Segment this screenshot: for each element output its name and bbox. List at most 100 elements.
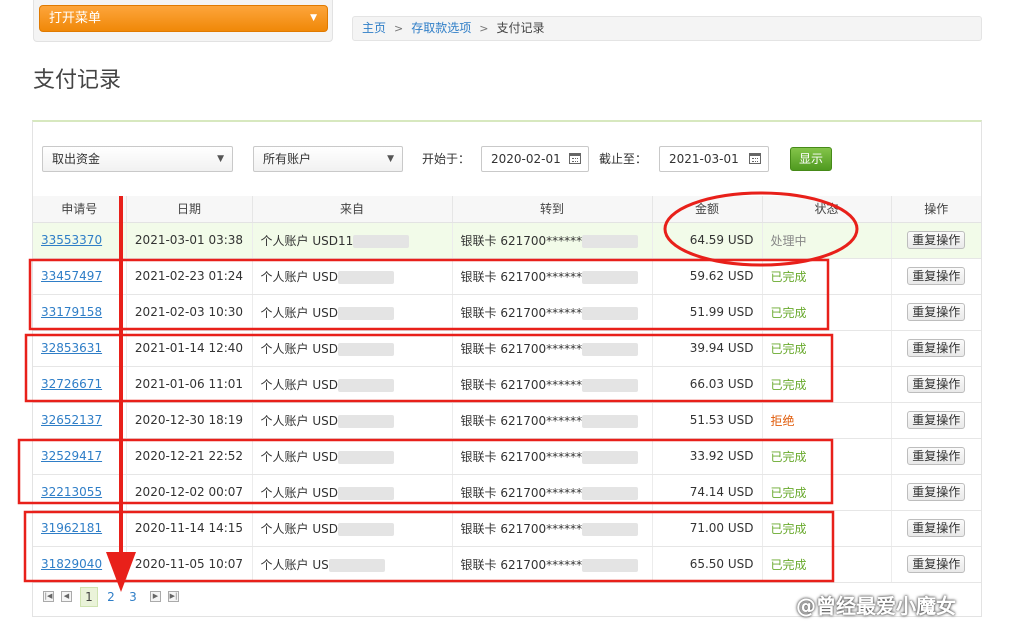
account-select[interactable]: 所有账户 ▼	[253, 146, 403, 172]
table-row: 31829040 2020-11-05 10:07 个人账户 US 银联卡 62170…	[33, 546, 981, 583]
header-amount[interactable]: 金额	[652, 196, 763, 223]
request-id-link[interactable]: 33553370	[41, 233, 102, 247]
action-cell: 重复操作	[891, 294, 981, 331]
last-page-icon[interactable]: ▶|	[168, 591, 179, 602]
prev-page-icon[interactable]: ◀	[61, 591, 72, 602]
to-text: 银联卡 621700******	[460, 485, 583, 500]
from-text: 个人账户 USD	[260, 521, 338, 536]
calendar-icon[interactable]	[749, 153, 761, 164]
request-id-link[interactable]: 32529417	[41, 449, 102, 463]
from-cell: 个人账户 USD	[252, 474, 453, 511]
breadcrumb-home[interactable]: 主页	[362, 21, 386, 35]
amount-cell: 51.53 USD	[652, 402, 763, 439]
request-id-cell: 32213055	[33, 474, 127, 511]
records-panel: 取出资金 ▼ 所有账户 ▼ 开始于： 2020-02-01 截止至： 2021-…	[32, 120, 982, 617]
request-id-cell: 31962181	[33, 510, 127, 547]
repeat-operation-button[interactable]: 重复操作	[907, 555, 966, 573]
request-id-link[interactable]: 31829040	[41, 557, 102, 571]
action-cell: 重复操作	[891, 366, 981, 403]
redacted-block	[353, 234, 410, 248]
request-id-link[interactable]: 33179158	[41, 305, 102, 319]
request-id-cell: 32853631	[33, 330, 127, 367]
request-id-cell: 32652137	[33, 402, 127, 439]
from-cell: 个人账户 USD11	[252, 222, 453, 259]
amount-cell: 33.92 USD	[652, 438, 763, 475]
status-badge: 已完成	[762, 474, 892, 511]
chevron-right-icon: >	[394, 22, 404, 35]
redacted-block	[582, 234, 639, 248]
watermark: @曾经最爱小魔女	[796, 594, 956, 618]
repeat-operation-button[interactable]: 重复操作	[907, 519, 966, 537]
status-badge: 已完成	[762, 546, 892, 583]
from-text: 个人账户 USD	[260, 413, 338, 428]
request-id-link[interactable]: 32853631	[41, 341, 102, 355]
action-cell: 重复操作	[891, 402, 981, 439]
redacted-block	[582, 306, 639, 320]
calendar-icon[interactable]	[569, 153, 581, 164]
repeat-operation-button[interactable]: 重复操作	[907, 375, 966, 393]
to-cell: 银联卡 621700******	[452, 546, 653, 583]
page-1[interactable]: 1	[80, 587, 98, 607]
status-badge: 处理中	[762, 222, 892, 259]
end-date-input[interactable]: 2021-03-01	[659, 146, 769, 172]
redacted-block	[582, 522, 639, 536]
repeat-operation-button[interactable]: 重复操作	[907, 267, 966, 285]
redacted-block	[337, 270, 394, 284]
repeat-operation-button[interactable]: 重复操作	[907, 339, 966, 357]
to-text: 银联卡 621700******	[460, 269, 583, 284]
page-3[interactable]: 3	[124, 587, 142, 607]
breadcrumb-section[interactable]: 存取款选项	[411, 21, 471, 35]
header-status[interactable]: 状态	[762, 196, 892, 223]
table-row: 33553370 2021-03-01 03:38 个人账户 USD11 银联卡 62…	[33, 222, 981, 259]
from-cell: 个人账户 US	[252, 546, 453, 583]
date-cell: 2020-11-05 10:07	[126, 546, 253, 583]
request-id-cell: 32726671	[33, 366, 127, 403]
redacted-block	[582, 342, 639, 356]
to-cell: 银联卡 621700******	[452, 258, 653, 295]
repeat-operation-button[interactable]: 重复操作	[907, 303, 966, 321]
date-cell: 2020-12-30 18:19	[126, 402, 253, 439]
from-text: 个人账户 USD	[260, 305, 338, 320]
next-page-icon[interactable]: ▶	[150, 591, 161, 602]
action-cell: 重复操作	[891, 474, 981, 511]
first-page-icon[interactable]: |◀	[43, 591, 54, 602]
redacted-block	[337, 450, 394, 464]
action-cell: 重复操作	[891, 258, 981, 295]
header-from[interactable]: 来自	[252, 196, 453, 223]
repeat-operation-button[interactable]: 重复操作	[907, 411, 966, 429]
request-id-link[interactable]: 32213055	[41, 485, 102, 499]
request-id-link[interactable]: 32726671	[41, 377, 102, 391]
header-to[interactable]: 转到	[452, 196, 653, 223]
from-text: 个人账户 USD	[260, 485, 338, 500]
table-row: 32853631 2021-01-14 12:40 个人账户 USD 银联卡 6217…	[33, 330, 981, 367]
status-badge: 已完成	[762, 438, 892, 475]
transaction-type-select[interactable]: 取出资金 ▼	[42, 146, 233, 172]
amount-cell: 39.94 USD	[652, 330, 763, 367]
header-request-id[interactable]: 申请号	[33, 196, 127, 223]
repeat-operation-button[interactable]: 重复操作	[907, 231, 966, 249]
header-action: 操作	[891, 196, 981, 223]
repeat-operation-button[interactable]: 重复操作	[907, 483, 966, 501]
start-date-value: 2020-02-01	[491, 152, 561, 166]
end-date-label: 截止至：	[599, 152, 648, 166]
open-menu-button[interactable]: 打开菜单 ▼	[39, 5, 328, 32]
filter-bar: 取出资金 ▼ 所有账户 ▼ 开始于： 2020-02-01 截止至： 2021-…	[33, 122, 981, 196]
from-cell: 个人账户 USD	[252, 438, 453, 475]
from-cell: 个人账户 USD	[252, 258, 453, 295]
redacted-block	[337, 486, 394, 500]
request-id-link[interactable]: 33457497	[41, 269, 102, 283]
request-id-link[interactable]: 32652137	[41, 413, 102, 427]
amount-cell: 51.99 USD	[652, 294, 763, 331]
date-cell: 2021-02-03 10:30	[126, 294, 253, 331]
table-header-row: 申请号 日期 来自 转到 金额 状态 操作	[33, 196, 981, 223]
repeat-operation-button[interactable]: 重复操作	[907, 447, 966, 465]
page-2[interactable]: 2	[102, 587, 120, 607]
start-date-input[interactable]: 2020-02-01	[481, 146, 589, 172]
show-button[interactable]: 显示	[790, 147, 832, 171]
request-id-link[interactable]: 31962181	[41, 521, 102, 535]
redacted-block	[328, 558, 385, 572]
header-date[interactable]: 日期	[126, 196, 253, 223]
date-cell: 2020-12-02 00:07	[126, 474, 253, 511]
status-badge: 已完成	[762, 330, 892, 367]
status-badge: 已完成	[762, 366, 892, 403]
